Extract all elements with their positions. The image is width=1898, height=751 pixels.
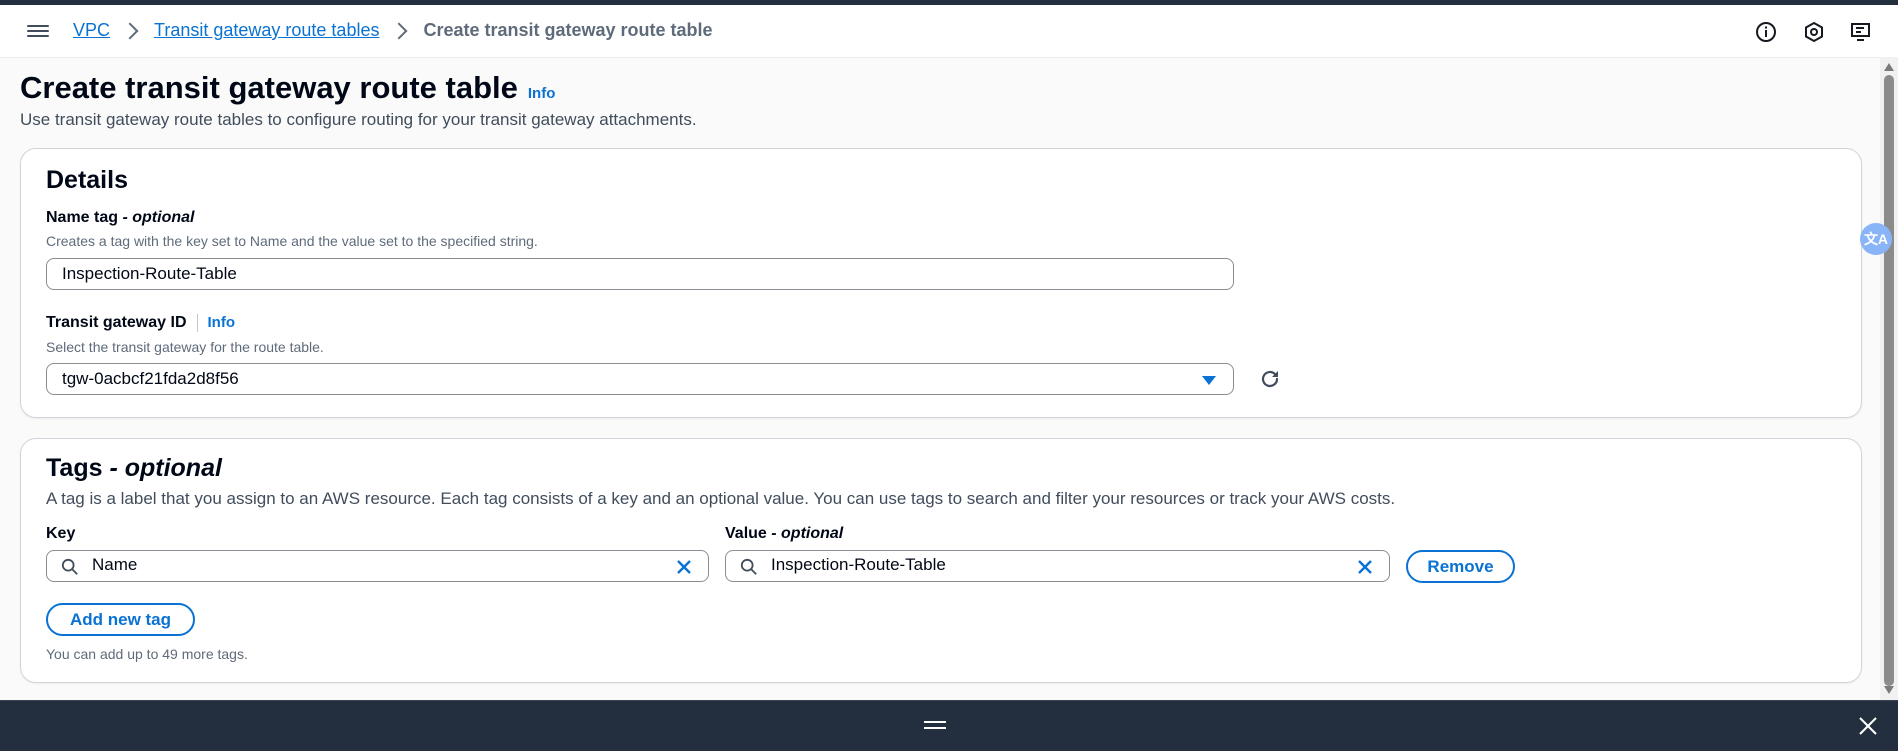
name-tag-value: Inspection-Route-Table [62,264,237,283]
divider [196,314,198,332]
transit-gateway-value: tgw-0acbcf21fda2d8f56 [62,369,239,388]
main-content: Create transit gateway route table Info … [0,57,1880,700]
refresh-icon[interactable] [1258,367,1282,391]
page-title: Create transit gateway route table [20,70,518,105]
screen-feedback-icon[interactable] [1849,20,1873,44]
breadcrumb-vpc-link[interactable]: VPC [73,20,110,41]
caret-down-icon [1202,376,1216,385]
drag-handle-icon[interactable] [924,717,946,735]
translate-icon[interactable]: 文A [1860,223,1892,255]
details-heading: Details [46,166,128,194]
optional-label: - optional [766,525,844,542]
page-header: Create transit gateway route table Info [20,70,555,106]
chevron-right-icon [121,22,139,39]
name-tag-label-text: Name tag [46,209,119,226]
search-icon [740,558,757,575]
breadcrumb: VPC Transit gateway route tables Create … [73,20,713,41]
add-new-tag-button[interactable]: Add new tag [46,603,195,636]
scroll-down-arrow-icon[interactable] [1884,686,1894,694]
scrollbar-thumb[interactable] [1884,75,1894,686]
transit-gateway-hint: Select the transit gateway for the route… [46,339,324,355]
bottom-panel-bar [0,700,1898,751]
tag-value-value: Inspection-Route-Table [771,555,946,574]
chevron-right-icon [390,22,408,39]
menu-icon[interactable] [27,22,49,40]
tag-key-value: Name [92,555,138,574]
tag-key-label: Key [46,525,76,542]
tags-container: Tags - optional A tag is a label that yo… [20,438,1862,683]
tags-title: Tags [46,454,103,482]
remove-tag-button[interactable]: Remove [1406,550,1515,583]
settings-icon[interactable] [1802,20,1826,44]
details-container: Details Name tag - optional Creates a ta… [20,148,1862,418]
top-navigation: VPC Transit gateway route tables Create … [0,5,1898,58]
scrollbar[interactable] [1880,57,1898,700]
tags-heading: Tags - optional [46,454,222,483]
tag-value-label: Value - optional [725,525,843,543]
clear-icon[interactable] [674,557,694,577]
transit-gateway-label-text: Transit gateway ID [46,314,187,332]
transit-gateway-info-link[interactable]: Info [208,314,236,331]
breadcrumb-current: Create transit gateway route table [423,20,713,40]
tag-key-input[interactable]: Name [46,550,709,582]
transit-gateway-label: Transit gateway ID Info [46,314,235,332]
tags-optional-label: - optional [102,454,222,482]
name-tag-hint: Creates a tag with the key set to Name a… [46,233,538,249]
page-description: Use transit gateway route tables to conf… [20,110,697,129]
optional-label: - optional [118,209,195,226]
info-icon[interactable] [1754,20,1778,44]
tags-description: A tag is a label that you assign to an A… [46,489,1396,508]
clear-icon[interactable] [1355,557,1375,577]
tags-limit-text: You can add up to 49 more tags. [46,646,248,662]
tag-value-label-text: Value [725,525,767,542]
transit-gateway-select[interactable]: tgw-0acbcf21fda2d8f56 [46,363,1234,395]
scroll-up-arrow-icon[interactable] [1884,63,1894,71]
name-tag-input[interactable]: Inspection-Route-Table [46,258,1234,290]
name-tag-label: Name tag - optional [46,209,194,227]
tag-value-input[interactable]: Inspection-Route-Table [725,550,1390,582]
page-info-link[interactable]: Info [528,85,556,102]
search-icon [61,558,78,575]
close-icon[interactable] [1857,715,1879,737]
breadcrumb-route-tables-link[interactable]: Transit gateway route tables [154,20,379,41]
